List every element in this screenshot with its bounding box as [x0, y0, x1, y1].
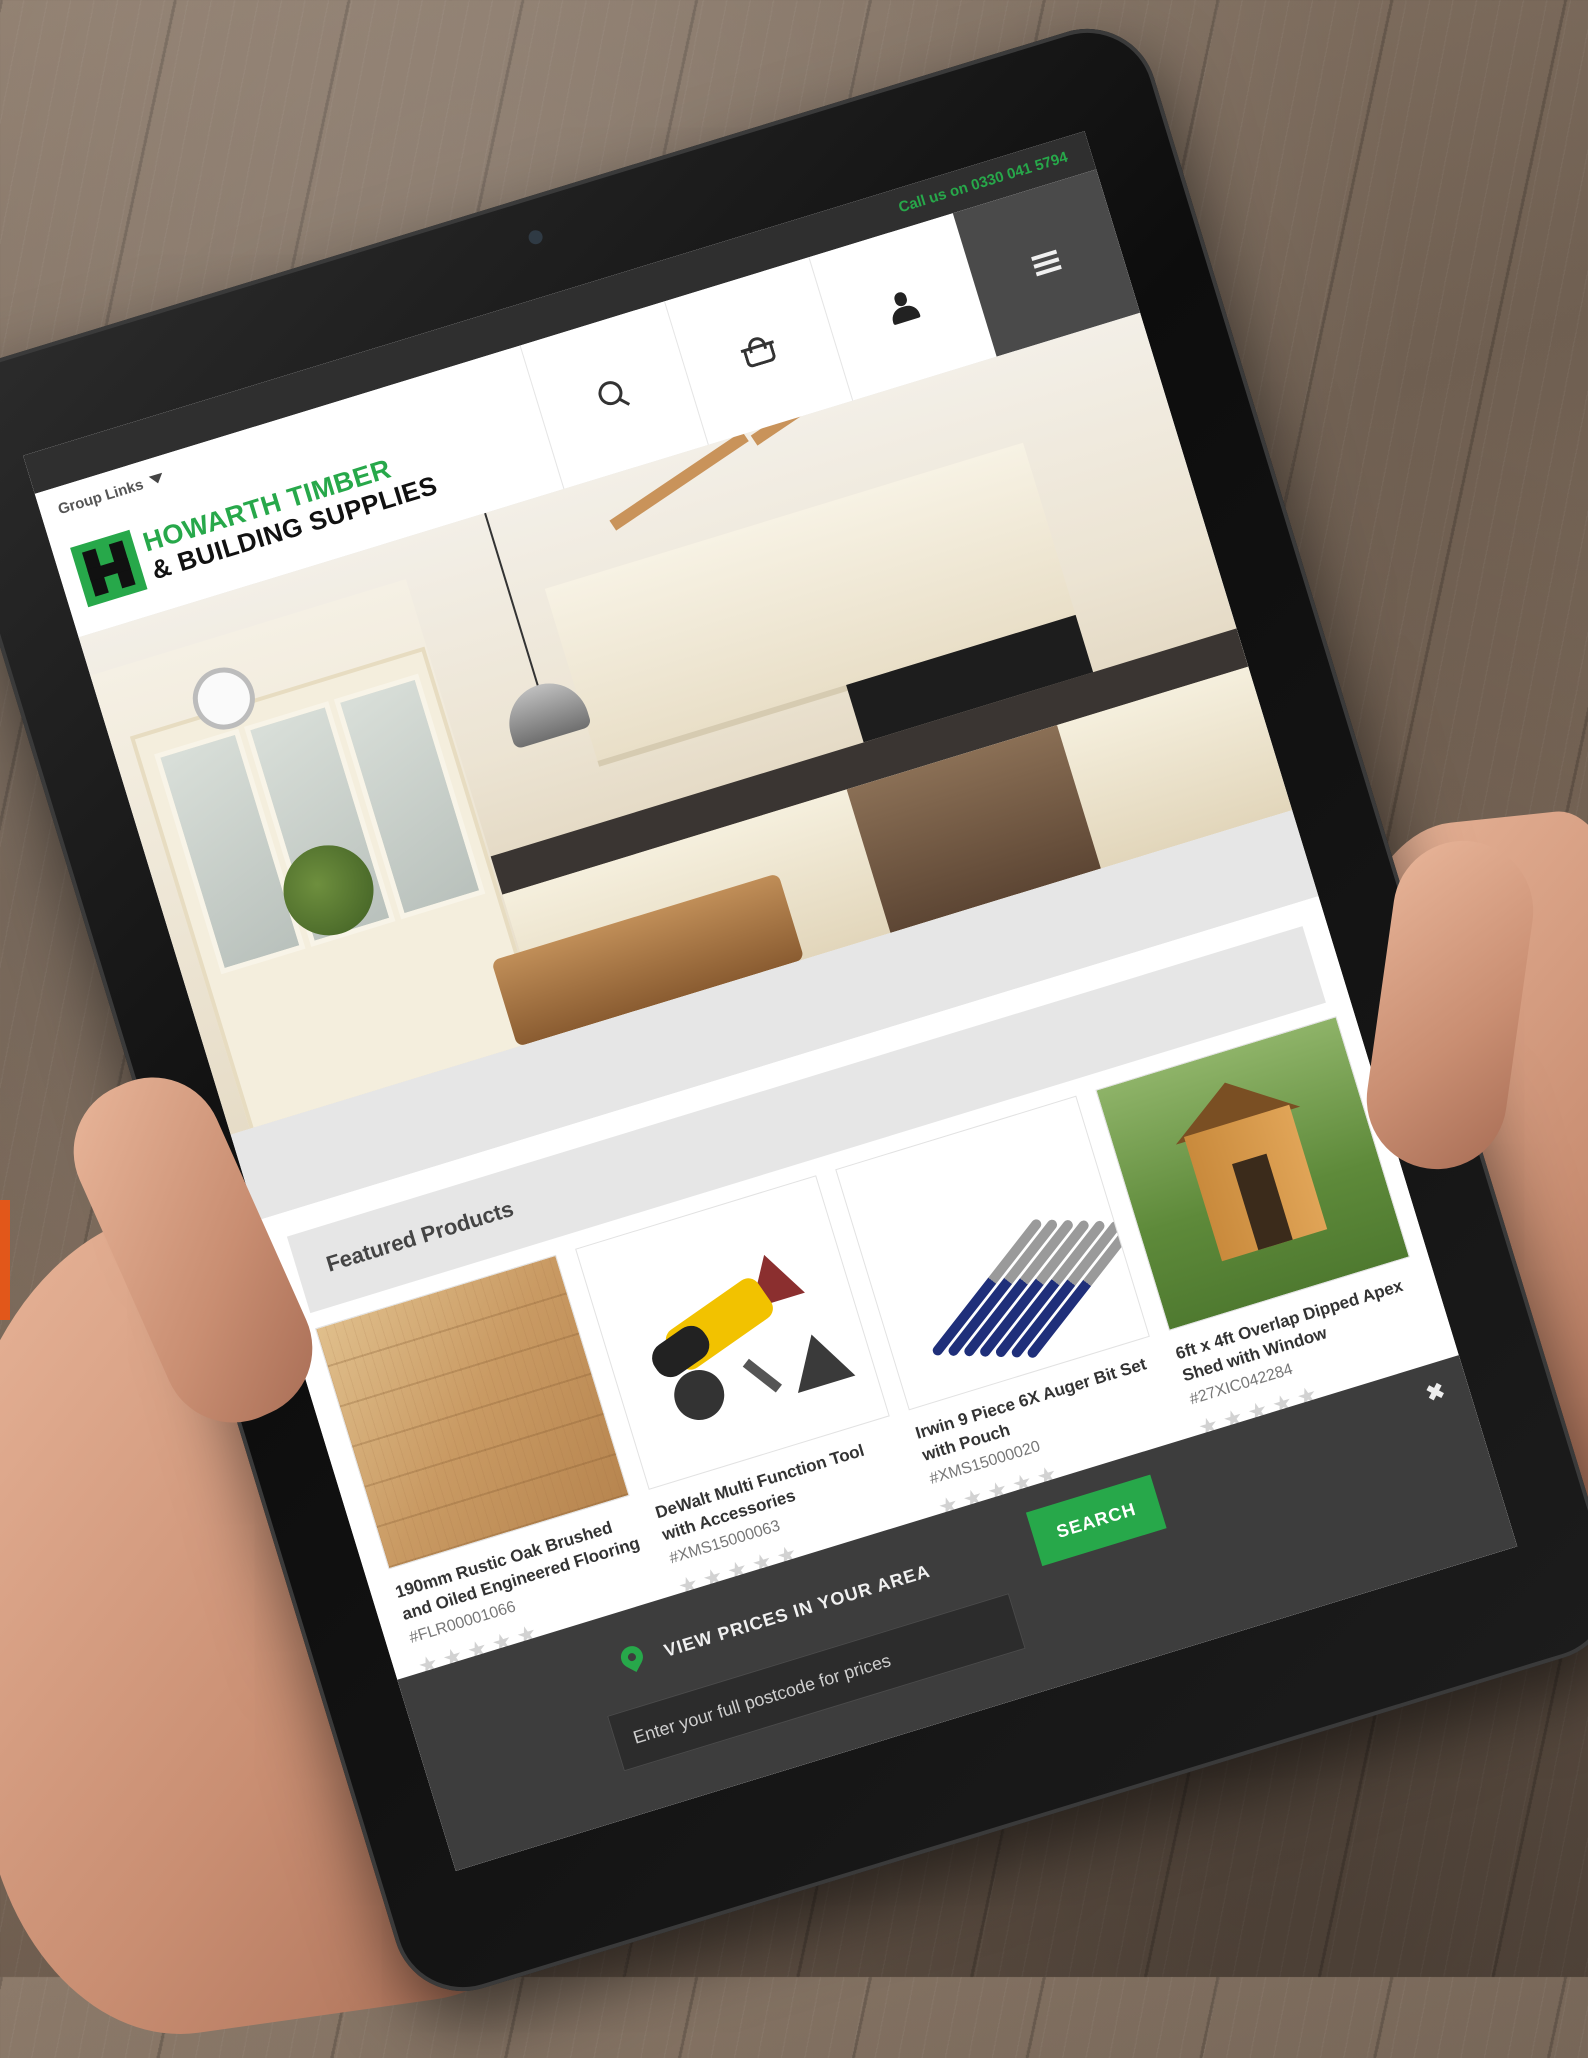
featured-title: Featured Products	[323, 1195, 517, 1277]
basket-icon	[738, 333, 779, 370]
product-image-apex-shed[interactable]	[1095, 1016, 1411, 1331]
menu-icon	[1030, 246, 1063, 280]
group-links-label: Group Links	[56, 476, 146, 519]
user-icon	[885, 288, 921, 326]
orange-edge-decoration	[0, 1200, 10, 1320]
product-image-oak-flooring[interactable]	[314, 1254, 630, 1570]
product-image-auger-bits[interactable]	[835, 1095, 1150, 1411]
product-image-multi-tool[interactable]	[575, 1175, 890, 1490]
search-icon	[595, 376, 632, 413]
caret-down-icon	[149, 472, 166, 486]
pin-icon	[617, 1642, 650, 1679]
front-camera	[526, 228, 545, 246]
logo-mark-icon	[70, 529, 148, 608]
close-icon[interactable]: ✖	[1423, 1377, 1448, 1407]
postcode-search-button[interactable]: SEARCH	[1025, 1474, 1167, 1567]
